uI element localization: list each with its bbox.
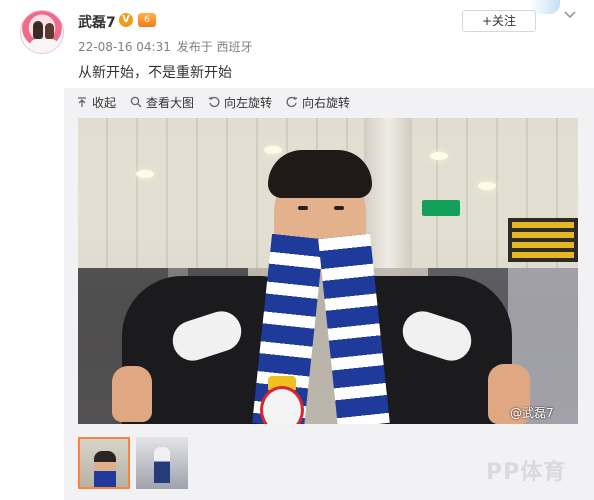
zoom-search-icon [130, 96, 142, 108]
collapse-button[interactable]: 收起 [76, 93, 116, 111]
thumbnail-2[interactable] [136, 437, 188, 489]
view-large-label: 查看大图 [146, 95, 195, 110]
eye-left [298, 206, 308, 210]
avatar-body [29, 39, 59, 53]
post-meta: 22-08-16 04:31 发布于 西班牙 [78, 38, 255, 55]
post-source: 发布于 西班牙 [176, 40, 253, 54]
vip-badge-icon: 6 [138, 13, 156, 27]
collapse-label: 收起 [92, 95, 117, 110]
post-timestamp[interactable]: 22-08-16 04:31 [78, 40, 171, 54]
rotate-right-button[interactable]: 向右旋转 [286, 93, 350, 111]
thumbnail-figure [154, 447, 170, 483]
rotate-left-label: 向左旋转 [224, 95, 273, 110]
avatar-figure-left [33, 21, 43, 39]
post-photo[interactable]: @武磊7 [78, 118, 578, 424]
thumbnail-figure [94, 451, 116, 487]
avatar-figure-right [45, 23, 54, 39]
hair [268, 150, 372, 198]
rotate-right-label: 向右旋转 [302, 95, 351, 110]
thumbs-up-left [112, 366, 152, 422]
media-toolbar: 收起 查看大图 向左旋转 向右旋转 [76, 93, 364, 111]
weibo-post: 武磊7 V 6 22-08-16 04:31 发布于 西班牙 +关注 从新开始，… [0, 0, 594, 500]
thumbnail-1[interactable] [78, 437, 130, 489]
scarf-right [318, 233, 390, 424]
chevron-down-icon[interactable] [562, 6, 578, 22]
eye-right [334, 206, 344, 210]
rotate-left-button[interactable]: 向左旋转 [208, 93, 272, 111]
view-large-button[interactable]: 查看大图 [130, 93, 194, 111]
player-figure [112, 136, 532, 424]
collapse-up-icon [78, 97, 86, 107]
brand-logo: PP体育 [486, 460, 567, 485]
rotate-right-icon [286, 96, 298, 108]
follow-button[interactable]: +关注 [462, 10, 536, 32]
photo-watermark: @武磊7 [510, 406, 554, 420]
username[interactable]: 武磊7 [78, 12, 116, 32]
avatar[interactable] [20, 10, 64, 54]
rotate-left-icon [208, 96, 220, 108]
post-text: 从新开始，不是重新开始 [78, 65, 232, 81]
verified-badge-icon: V [119, 13, 133, 27]
